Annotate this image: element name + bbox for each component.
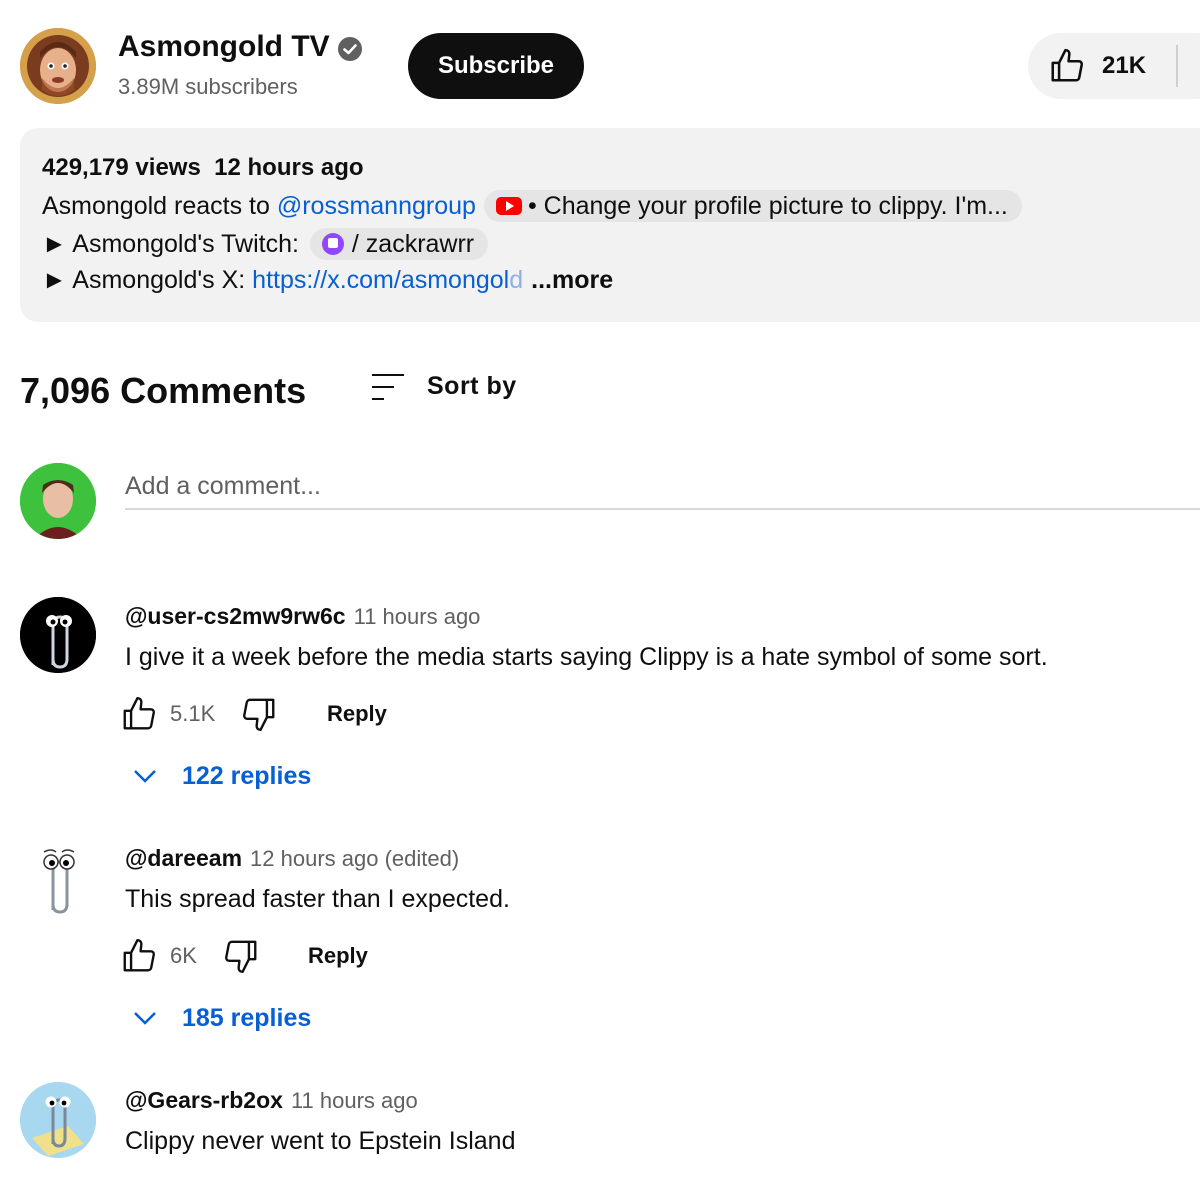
sort-icon[interactable] bbox=[370, 372, 406, 402]
comment-like-count: 6K bbox=[170, 943, 197, 968]
twitch-link-chip[interactable]: / zackrawrr bbox=[309, 228, 489, 260]
youtube-icon bbox=[495, 197, 522, 215]
view-stats: 429,179 views 12 hours ago bbox=[42, 154, 364, 182]
thumbs-up-icon bbox=[1051, 48, 1084, 82]
comment-like-count: 5.1K bbox=[170, 701, 216, 726]
description-text: Asmongold reacts to bbox=[42, 191, 277, 220]
mention-link[interactable]: @rossmanngroup bbox=[277, 192, 476, 221]
comments-count: 7,096 Comments bbox=[20, 370, 307, 411]
description-text: ► Asmongold's Twitch: bbox=[42, 229, 306, 258]
video-title-cropped bbox=[20, 0, 28, 6]
subscribe-button[interactable]: Subscribe bbox=[408, 33, 584, 99]
comment-author-name: @user-cs2mw9rw6c bbox=[125, 603, 346, 629]
current-user-avatar bbox=[20, 463, 96, 539]
description-line-3: ► Asmongold's X: https://x.com/asmongold… bbox=[42, 266, 613, 295]
comment-author[interactable]: @Gears-rb2ox 11 hours ago bbox=[125, 1087, 418, 1114]
description-line-2: ► Asmongold's Twitch: / zackrawrr bbox=[42, 228, 489, 260]
view-replies-button[interactable]: 185 replies bbox=[130, 1003, 311, 1033]
reply-button[interactable]: Reply bbox=[327, 701, 387, 727]
replies-count: 122 replies bbox=[182, 761, 312, 790]
reply-button[interactable]: Reply bbox=[308, 943, 368, 969]
video-like-button[interactable]: 21K bbox=[1028, 33, 1200, 99]
thumbs-down-icon[interactable] bbox=[240, 695, 278, 733]
comment-author-avatar[interactable] bbox=[20, 1082, 96, 1158]
x-link-fade: d bbox=[509, 266, 524, 294]
comment-author-name: @dareeam bbox=[125, 845, 243, 871]
like-dislike-divider bbox=[1176, 45, 1178, 87]
comment-text: I give it a week before the media starts… bbox=[125, 643, 1048, 671]
chevron-down-icon bbox=[134, 770, 156, 783]
comment-author-name: @Gears-rb2ox bbox=[125, 1087, 283, 1113]
channel-avatar[interactable] bbox=[20, 28, 96, 104]
show-more-button[interactable]: ...more bbox=[531, 266, 613, 295]
replies-count: 185 replies bbox=[182, 1003, 312, 1032]
comment-text: Clippy never went to Epstein Island bbox=[125, 1127, 516, 1155]
comment-author-avatar[interactable] bbox=[20, 840, 96, 916]
linked-video-title: • Change your profile picture to clippy.… bbox=[527, 191, 1008, 220]
twitch-handle: / zackrawrr bbox=[351, 229, 475, 258]
comment-author[interactable]: @dareeam 12 hours ago (edited) bbox=[125, 845, 459, 872]
verified-check-icon bbox=[338, 37, 362, 61]
description-box[interactable]: 429,179 views 12 hours ago Asmongold rea… bbox=[20, 128, 1200, 322]
view-replies-button[interactable]: 122 replies bbox=[130, 761, 311, 791]
comment-time: 12 hours ago (edited) bbox=[250, 846, 460, 871]
x-profile-link[interactable]: https://x.com/asmongold bbox=[252, 266, 523, 295]
upload-time: 12 hours ago bbox=[214, 154, 364, 181]
thumbs-up-icon[interactable] bbox=[120, 695, 158, 733]
thumbs-down-icon[interactable] bbox=[222, 937, 260, 975]
linked-video-chip[interactable]: • Change your profile picture to clippy.… bbox=[483, 190, 1022, 222]
comment-text: This spread faster than I expected. bbox=[125, 885, 510, 913]
channel-name[interactable]: Asmongold TV bbox=[118, 30, 330, 64]
twitch-icon bbox=[321, 233, 344, 255]
comment-time: 11 hours ago bbox=[353, 604, 481, 629]
comment-author-avatar[interactable] bbox=[20, 597, 96, 673]
thumbs-up-icon[interactable] bbox=[120, 937, 158, 975]
subscriber-count: 3.89M subscribers bbox=[118, 74, 298, 99]
comment-time: 11 hours ago bbox=[290, 1088, 418, 1113]
comment-author[interactable]: @user-cs2mw9rw6c 11 hours ago bbox=[125, 603, 480, 630]
description-line-1: Asmongold reacts to @rossmanngroup • Cha… bbox=[42, 190, 1022, 222]
view-count: 429,179 views bbox=[42, 154, 201, 181]
video-like-count: 21K bbox=[1102, 52, 1147, 79]
x-link-text: https://x.com/asmongol bbox=[252, 266, 510, 294]
description-text: ► Asmongold's X: bbox=[42, 266, 253, 294]
add-comment-input[interactable] bbox=[125, 464, 1200, 510]
sort-by-button[interactable]: Sort by bbox=[427, 372, 517, 401]
chevron-down-icon bbox=[134, 1012, 156, 1025]
